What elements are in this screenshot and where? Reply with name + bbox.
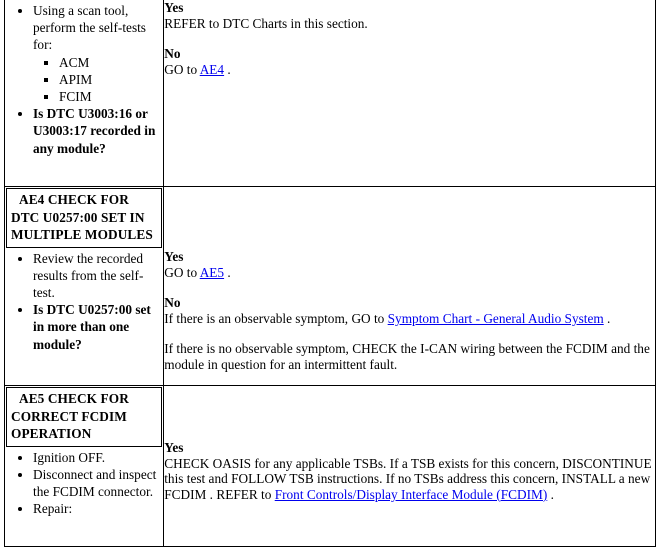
step-id: AE5: [19, 391, 45, 406]
list-item: Ignition OFF.: [33, 449, 163, 466]
yes-label: Yes: [164, 440, 184, 455]
action-bullet-list: Review the recorded results from the sel…: [5, 250, 163, 353]
yes-label: Yes: [164, 249, 184, 264]
table-row: AE5 CHECK FOR CORRECT FCDIM OPERATION Ig…: [3, 385, 656, 547]
link-symptom-chart-general-audio-system[interactable]: Symptom Chart - General Audio System: [388, 311, 604, 326]
no-body-line2: If there is no observable symptom, CHECK…: [164, 341, 650, 372]
link-ae5[interactable]: AE5: [200, 265, 224, 280]
list-item: Repair:: [33, 500, 163, 517]
diagnostic-procedure-table: Using a scan tool, perform the self-test…: [3, 0, 656, 547]
list-item: Disconnect and inspect the FCDIM connect…: [33, 466, 163, 500]
list-item: APIM: [59, 71, 163, 88]
step-header-ae5: AE5 CHECK FOR CORRECT FCDIM OPERATION: [6, 387, 163, 447]
no-suffix-text: .: [224, 61, 231, 77]
bullet-text: Repair:: [33, 501, 73, 517]
table-row: AE4 CHECK FOR DTC U0257:00 SET IN MULTIP…: [3, 186, 656, 386]
yes-body: CHECK OASIS for any applicable TSBs. If …: [164, 456, 655, 503]
link-front-controls-display-interface-module[interactable]: Front Controls/Display Interface Module …: [275, 487, 548, 502]
yes-suffix-text: .: [547, 486, 554, 502]
yes-prefix-text: GO to: [164, 264, 200, 280]
bullet-text: Using a scan tool, perform the self-test…: [33, 3, 146, 53]
sub-bullet-text: ACM: [59, 54, 90, 70]
action-bullet-list: Ignition OFF. Disconnect and inspect the…: [5, 449, 163, 518]
no-body: GO to AE4 .: [164, 62, 655, 78]
bullet-text: Is DTC U0257:00 set in more than one mod…: [33, 302, 151, 352]
step-header-ae4: AE4 CHECK FOR DTC U0257:00 SET IN MULTIP…: [6, 188, 163, 248]
action-sub-list: ACM APIM FCIM: [33, 54, 163, 106]
action-cell-continued: Using a scan tool, perform the self-test…: [3, 0, 165, 187]
no-body-line1: If there is an observable symptom, GO to…: [164, 311, 655, 327]
table-row: Using a scan tool, perform the self-test…: [3, 0, 656, 187]
action-cell-ae5: AE5 CHECK FOR CORRECT FCDIM OPERATION Ig…: [3, 385, 165, 547]
result-cell-ae4: Yes GO to AE5 . No If there is an observ…: [163, 186, 656, 386]
result-cell-continued: Yes REFER to DTC Charts in this section.…: [163, 0, 656, 187]
yes-suffix-text: .: [224, 264, 231, 280]
list-item: Using a scan tool, perform the self-test…: [33, 2, 163, 105]
no-label: No: [164, 295, 181, 311]
sub-bullet-text: FCIM: [59, 89, 92, 105]
bullet-text: Review the recorded results from the sel…: [33, 250, 144, 300]
step-id: AE4: [19, 192, 45, 207]
yes-label: Yes: [164, 0, 184, 15]
action-bullet-list: Using a scan tool, perform the self-test…: [5, 2, 163, 157]
yes-body: REFER to DTC Charts in this section.: [164, 15, 368, 31]
document-page: Using a scan tool, perform the self-test…: [0, 0, 667, 547]
list-item: ACM: [59, 54, 163, 71]
no-line1-suffix-text: .: [603, 310, 611, 326]
link-ae4[interactable]: AE4: [200, 62, 224, 77]
result-cell-ae5: Yes CHECK OASIS for any applicable TSBs.…: [163, 385, 656, 547]
no-prefix-text: GO to: [164, 61, 200, 77]
no-label: No: [164, 46, 181, 62]
list-item: Review the recorded results from the sel…: [33, 250, 163, 302]
action-cell-ae4: AE4 CHECK FOR DTC U0257:00 SET IN MULTIP…: [3, 186, 165, 386]
list-item: FCIM: [59, 88, 163, 105]
no-line1-prefix-text: If there is an observable symptom, GO to: [164, 310, 388, 326]
list-item-question: Is DTC U0257:00 set in more than one mod…: [33, 301, 163, 353]
yes-body: GO to AE5 .: [164, 265, 655, 281]
bullet-text: Ignition OFF.: [33, 449, 106, 465]
bullet-text: Is DTC U3003:16 or U3003:17 recorded in …: [33, 106, 156, 156]
bullet-text: Disconnect and inspect the FCDIM connect…: [33, 466, 157, 499]
sub-bullet-text: APIM: [59, 71, 93, 87]
list-item-question: Is DTC U3003:16 or U3003:17 recorded in …: [33, 105, 163, 157]
